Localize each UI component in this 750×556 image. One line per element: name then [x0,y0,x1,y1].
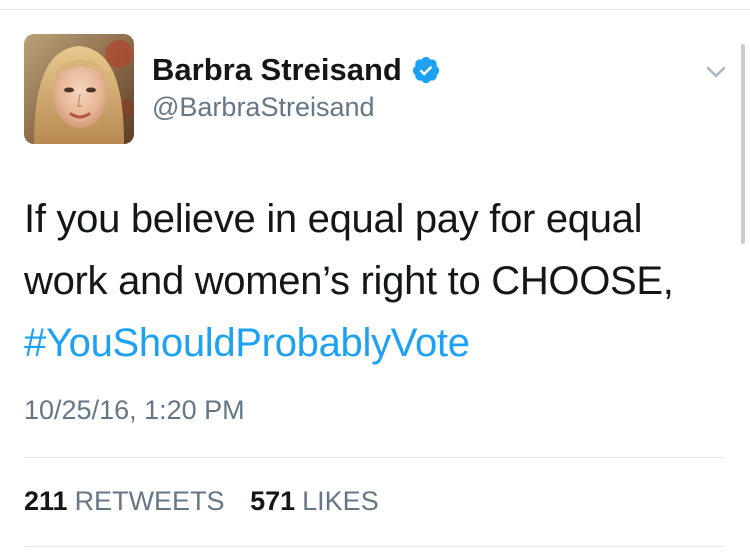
top-divider [0,0,750,10]
avatar-photo [24,34,134,144]
verified-badge-icon [412,56,439,84]
likes-count: 571 [250,486,296,516]
display-name[interactable]: Barbra Streisand [152,52,402,88]
retweets-stat[interactable]: 211 RETWEETS [24,486,225,516]
likes-stat[interactable]: 571 LIKES [250,486,379,516]
scrollbar[interactable] [741,44,745,244]
tweet-text-line: work and women’s right to CHOOSE, [24,259,674,303]
chevron-down-icon[interactable] [704,60,728,84]
tweet-author[interactable]: Barbra Streisand [152,52,441,88]
divider [24,457,724,458]
avatar[interactable] [24,34,134,144]
tweet-stats: 211 RETWEETS 571 LIKES [24,485,379,517]
divider [24,546,724,547]
retweets-label: RETWEETS [74,486,225,516]
likes-label: LIKES [302,486,379,516]
tweet-timestamp[interactable]: 10/25/16, 1:20 PM [24,394,245,426]
tweet-text: If you believe in equal pay for equal wo… [24,188,724,374]
user-handle[interactable]: @BarbraStreisand [152,91,375,123]
retweets-count: 211 [24,486,68,516]
tweet-text-line: If you believe in equal pay for equal [24,197,643,241]
hashtag-link[interactable]: #YouShouldProbablyVote [24,312,724,374]
